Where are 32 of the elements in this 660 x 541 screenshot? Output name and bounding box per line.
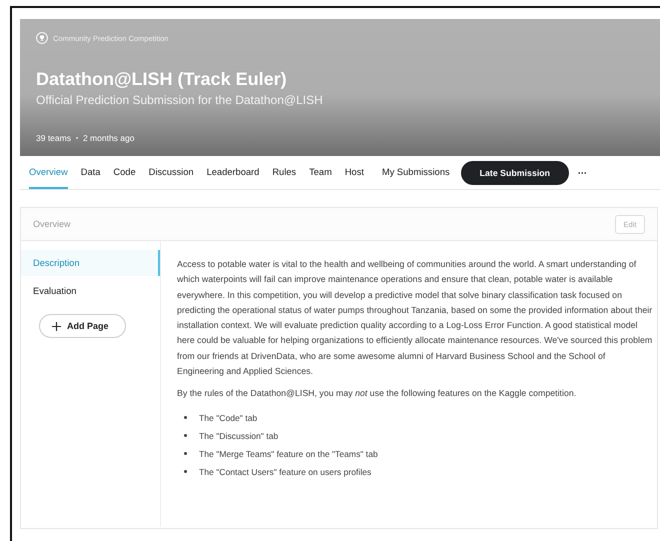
nav-tab[interactable]: Leaderboard [206,156,260,189]
trophy-icon [36,32,48,44]
nav-tab[interactable]: Overview [29,156,68,189]
section-heading: Overview [33,219,71,229]
bullet-dot [184,434,187,438]
nav-tab[interactable]: Discussion [148,156,194,189]
sidebar-item[interactable]: Evaluation [21,278,160,304]
competition-subtitle: Official Prediction Submission for the Datathon@LISH [36,93,324,107]
bullet-dot [184,470,187,474]
late-submission-button[interactable]: Late Submission [460,160,570,184]
plus-icon [52,322,61,330]
competition-meta: 2 months ago [82,133,134,143]
description-paragraph: Access to potable water is vital to the health and wellbeing of communities around the world. A smart understanding of which waterpoints will fail can improve maintenance operations and ensure that clean, potable water is available everywhere. In this competition, you will develop a predictive model that solve binary classification task focused on predicting the operational status of water pumps throughout Tanzania, based on some the provided information about their installation context. We will evaluate prediction quality according to a Log-Loss Error Function. A good statistical model here could be valuable for helping organizations to efficiently allocate maintenance resources. We've sourced this problem from our friends at DrivenData, who are some awesome alumni of Harvard Business School and the School of Engineering and Applied Sciences. [177,258,653,378]
list-item: The "Merge Teams" feature on the "Teams" tab [199,448,378,459]
sidebar-item[interactable]: Description [21,250,160,276]
competition-meta: 39 teams [36,133,71,143]
list-item: The "Discussion" tab [199,430,278,441]
nav-tab[interactable]: My Submissions [382,156,450,189]
nav-tab[interactable]: Rules [272,156,296,189]
nav-tab[interactable]: Host [344,156,364,189]
list-item: The "Code" tab [199,412,258,423]
nav-tab[interactable]: Team [309,156,332,189]
nav-tab[interactable]: Data [80,156,100,189]
more-button[interactable]: ··· [578,168,588,178]
bullet-dot [184,416,187,420]
list-item: The "Contact Users" feature on users profiles [199,466,372,477]
description-paragraph: By the rules of the Datathon@LISH, you may not use the following features on the Kaggle competition. [177,387,578,400]
nav-tab[interactable]: Code [113,156,136,189]
bullet-dot [184,452,187,456]
separator-dot [76,137,78,139]
add-page-button[interactable]: Add Page [39,314,126,338]
competition-title: Datathon@LISH (Track Euler) [36,69,288,90]
